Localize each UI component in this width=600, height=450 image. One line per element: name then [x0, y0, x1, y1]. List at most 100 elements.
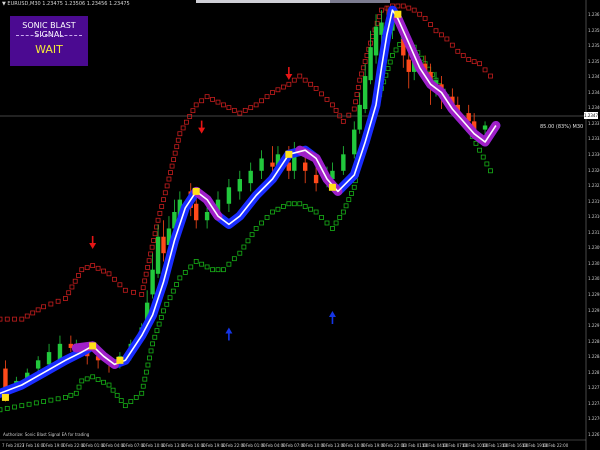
- price-tick-label: 1.23265: [588, 167, 600, 173]
- lower-band-dot: [275, 206, 281, 212]
- lower-band-dot: [226, 261, 232, 267]
- price-tick-label: 1.23055: [588, 260, 600, 266]
- upper-band-dot: [63, 296, 68, 301]
- price-tick-label: 1.23405: [588, 105, 600, 111]
- upper-band-dot: [237, 110, 243, 116]
- lower-band-dot: [241, 244, 247, 250]
- upper-band-dot: [482, 67, 488, 73]
- upper-band-dot: [354, 92, 360, 97]
- upper-band-dot: [406, 5, 412, 11]
- bull-candle: [155, 236, 161, 274]
- upper-band-dot: [95, 265, 101, 271]
- price-tick-label: 1.22810: [588, 369, 600, 375]
- upper-band-dot: [215, 99, 221, 105]
- lower-band-dot: [343, 203, 349, 209]
- lower-band-dot: [280, 204, 286, 209]
- lower-band-dot: [286, 201, 292, 207]
- lower-band-dot: [170, 288, 176, 294]
- lower-band-dot: [426, 66, 432, 72]
- upper-band-dot: [4, 316, 10, 322]
- signal-panel-title: SONIC BLAST SIGNAL: [22, 21, 76, 39]
- upper-band-dot: [174, 144, 180, 150]
- chart-plot-area[interactable]: [0, 0, 600, 450]
- signal-marker: [1, 393, 9, 401]
- upper-band-dot: [471, 59, 477, 65]
- lower-band-dot: [154, 328, 160, 334]
- upper-band-dot: [122, 287, 128, 293]
- bear-candle: [270, 162, 275, 167]
- sell-arrow-icon: [285, 74, 293, 81]
- upper-band-dot: [231, 107, 237, 113]
- lower-band-dot: [110, 387, 116, 393]
- upper-band-dot: [259, 98, 265, 104]
- upper-band-dot: [131, 289, 136, 295]
- price-tick-label: 1.22915: [588, 323, 600, 329]
- upper-band-dot: [253, 102, 259, 108]
- price-tick-label: 1.22985: [588, 292, 600, 297]
- price-tick-label: 1.23230: [588, 183, 600, 189]
- upper-band-dot: [449, 42, 455, 48]
- lower-band-dot: [204, 264, 210, 270]
- lower-band-dot: [484, 161, 490, 167]
- lower-band-dot: [139, 390, 145, 396]
- lower-band-dot: [385, 66, 391, 72]
- upper-band-dot: [157, 210, 163, 216]
- last-price-tag: 1.23475: [584, 112, 600, 119]
- lower-band-dot: [215, 267, 221, 273]
- upper-band-dot: [143, 271, 149, 277]
- signal-marker: [116, 356, 124, 364]
- upper-band-dot: [187, 114, 193, 119]
- lower-band-dot: [174, 282, 179, 287]
- lower-band-dot: [340, 209, 346, 215]
- upper-band-dot: [455, 48, 461, 54]
- price-tick-label: 1.23510: [588, 58, 600, 64]
- upper-band-dot: [308, 81, 314, 87]
- upper-band-dot: [417, 11, 423, 17]
- bull-candle: [46, 352, 52, 365]
- trading-chart[interactable]: ▼ EURUSD,M30 1.23475 1.23506 1.23456 1.2…: [0, 0, 600, 450]
- upper-band-dot: [248, 105, 254, 111]
- price-tick-label: 1.23545: [588, 43, 600, 49]
- upper-band-dot: [313, 86, 319, 91]
- lower-band-dot: [264, 215, 270, 220]
- upper-band-dot: [355, 84, 361, 90]
- upper-band-dot: [359, 71, 364, 77]
- lower-band-dot: [128, 399, 134, 404]
- bear-candle: [406, 59, 411, 72]
- upper-band-dot: [166, 176, 172, 182]
- upper-band-dot: [146, 258, 152, 264]
- bull-candle: [482, 125, 488, 130]
- upper-band-dot: [333, 107, 339, 113]
- bull-candle: [204, 212, 210, 221]
- price-tick-label: 1.23125: [588, 229, 600, 235]
- lower-band-dot: [152, 334, 158, 340]
- bull-candle: [35, 360, 41, 369]
- lower-band-dot: [55, 396, 61, 402]
- lower-band-dot: [177, 275, 183, 281]
- lower-band-dot: [164, 301, 170, 307]
- upper-band-dot: [48, 301, 54, 307]
- lower-band-dot: [167, 295, 173, 301]
- upper-band-dot: [76, 273, 81, 278]
- lower-band-dot: [84, 376, 90, 382]
- lower-band-dot: [19, 403, 25, 409]
- lower-band-dot: [193, 259, 199, 264]
- lower-band-dot: [302, 204, 308, 209]
- upper-band-dot: [376, 14, 382, 20]
- lower-band-dot: [397, 42, 403, 47]
- upper-band-dot: [346, 112, 352, 118]
- upper-band-dot: [466, 57, 472, 62]
- upper-band-dot: [79, 267, 85, 273]
- lower-band-dot: [133, 394, 139, 400]
- upper-band-dot: [226, 105, 232, 111]
- lower-band-dot: [259, 220, 265, 226]
- price-tick-label: 1.23615: [588, 12, 600, 17]
- lower-band-dot: [337, 215, 343, 220]
- upper-band-dot: [242, 107, 248, 113]
- lower-band-dot: [114, 392, 120, 398]
- lower-band-dot: [270, 209, 275, 215]
- upper-band-dot: [12, 316, 17, 322]
- lower-band-dot: [333, 220, 339, 226]
- lower-band-dot: [231, 256, 237, 262]
- upper-band-dot: [439, 32, 444, 38]
